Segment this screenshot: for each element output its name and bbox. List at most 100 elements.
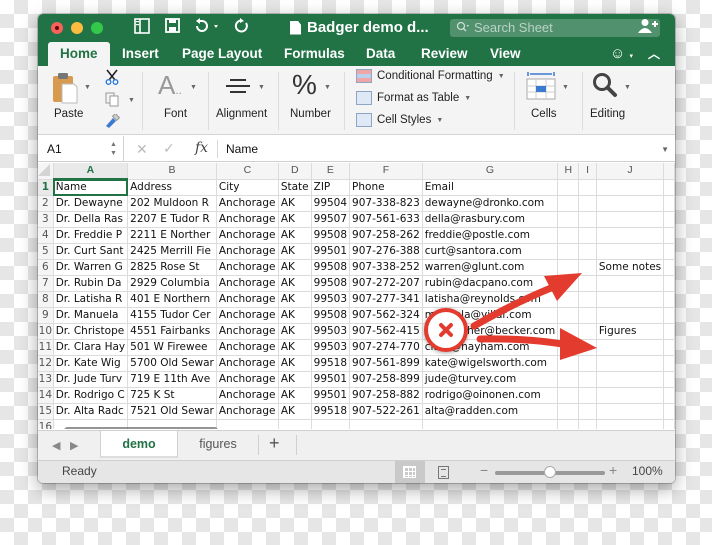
cell-partial[interactable] [663, 275, 675, 292]
cell-f10[interactable]: 907-562-415 [349, 323, 423, 340]
cell-a15[interactable]: Dr. Alta Radc [53, 403, 129, 420]
cell-f11[interactable]: 907-274-770 [349, 339, 423, 356]
cell-d9[interactable]: AK [278, 307, 312, 324]
row-header[interactable]: 8 [38, 291, 54, 308]
cell-e6[interactable]: 99508 [311, 259, 351, 276]
cell-j11[interactable] [596, 339, 665, 356]
cell-d11[interactable]: AK [278, 339, 312, 356]
column-header-e[interactable]: E [311, 163, 351, 180]
cell-j16[interactable] [596, 419, 665, 429]
zoom-out-button[interactable]: − [480, 462, 488, 478]
row-header[interactable]: 7 [38, 275, 54, 292]
cell-a12[interactable]: Dr. Kate Wig [53, 355, 129, 372]
cell-i9[interactable] [578, 307, 597, 324]
cell-g12[interactable]: kate@wigelsworth.com [422, 355, 559, 372]
cell-styles-button[interactable]: Cell Styles ▼ [356, 113, 443, 127]
cell-e7[interactable]: 99508 [311, 275, 351, 292]
page-layout-view-button[interactable] [438, 466, 449, 479]
cell-b6[interactable]: 2825 Rose St [127, 259, 217, 276]
minimize-window-button[interactable] [71, 22, 83, 34]
maximize-window-button[interactable] [91, 22, 103, 34]
tab-data[interactable]: Data [366, 42, 395, 66]
cell-j4[interactable] [596, 227, 665, 244]
tab-page-layout[interactable]: Page Layout [182, 42, 262, 66]
cell-partial[interactable] [663, 387, 675, 404]
cell-a4[interactable]: Dr. Freddie P [53, 227, 129, 244]
cell-d14[interactable]: AK [278, 387, 312, 404]
cell-i11[interactable] [578, 339, 597, 356]
row-header[interactable]: 13 [38, 371, 54, 388]
cell-e11[interactable]: 99503 [311, 339, 351, 356]
cell-table[interactable]: ABCDEFGHIJ 1 Name Address City State ZIP Phone… [38, 163, 675, 429]
insert-function-icon[interactable]: fx [195, 140, 208, 156]
format-painter-icon[interactable] [104, 112, 121, 133]
cell-i16[interactable] [578, 419, 597, 429]
cell-f15[interactable]: 907-522-261 [349, 403, 423, 420]
formula-input[interactable]: Name [226, 136, 258, 162]
cell-b2[interactable]: 202 Muldoon R [127, 195, 217, 212]
cell-h3[interactable] [557, 211, 580, 228]
cell-j1[interactable] [596, 179, 665, 196]
cell-g15[interactable]: alta@radden.com [422, 403, 559, 420]
cell-c1[interactable]: City [216, 179, 279, 196]
cell-c4[interactable]: Anchorage [216, 227, 279, 244]
cell-c8[interactable]: Anchorage [216, 291, 279, 308]
cell-h12[interactable] [557, 355, 580, 372]
cell-g1[interactable]: Email [422, 179, 559, 196]
cell-b11[interactable]: 501 W Firewee [127, 339, 217, 356]
cell-partial[interactable] [663, 323, 675, 340]
cell-e2[interactable]: 99504 [311, 195, 351, 212]
cell-h15[interactable] [557, 403, 580, 420]
cell-i13[interactable] [578, 371, 597, 388]
cell-b14[interactable]: 725 K St [127, 387, 217, 404]
cell-partial[interactable] [663, 371, 675, 388]
cell-d7[interactable]: AK [278, 275, 312, 292]
cell-j8[interactable] [596, 291, 665, 308]
cut-icon[interactable] [105, 69, 119, 90]
cell-b9[interactable]: 4155 Tudor Cer [127, 307, 217, 324]
paste-dropdown-icon[interactable]: ▼ [84, 84, 91, 91]
cell-a7[interactable]: Dr. Rubin Da [53, 275, 129, 292]
collapse-ribbon-icon[interactable]: ︿ [648, 45, 660, 62]
cell-partial[interactable] [663, 227, 675, 244]
sheet-tab-figures[interactable]: figures [179, 431, 257, 458]
cell-h6[interactable] [557, 259, 580, 276]
copy-dropdown-icon[interactable]: ▼ [128, 97, 135, 104]
cell-c7[interactable]: Anchorage [216, 275, 279, 292]
cell-h13[interactable] [557, 371, 580, 388]
cell-b5[interactable]: 2425 Merrill Fie [127, 243, 217, 260]
cell-j6[interactable]: Some notes [596, 259, 665, 276]
cell-j14[interactable] [596, 387, 665, 404]
cell-j15[interactable] [596, 403, 665, 420]
cell-c2[interactable]: Anchorage [216, 195, 279, 212]
column-header-b[interactable]: B [127, 163, 217, 180]
cell-partial[interactable] [663, 419, 675, 429]
cell-partial[interactable] [663, 195, 675, 212]
cells-button[interactable]: ▼ Cells [522, 66, 580, 135]
cell-partial[interactable] [663, 291, 675, 308]
row-header[interactable]: 4 [38, 227, 54, 244]
cell-j13[interactable] [596, 371, 665, 388]
cell-a9[interactable]: Dr. Manuela [53, 307, 129, 324]
cell-e14[interactable]: 99501 [311, 387, 351, 404]
cell-b4[interactable]: 2211 E Norther [127, 227, 217, 244]
tab-formulas[interactable]: Formulas [284, 42, 345, 66]
cell-i8[interactable] [578, 291, 597, 308]
cell-b12[interactable]: 5700 Old Sewar [127, 355, 217, 372]
cell-a3[interactable]: Dr. Della Ras [53, 211, 129, 228]
tab-view[interactable]: View [490, 42, 521, 66]
cell-h8[interactable] [557, 291, 580, 308]
expand-formula-bar-icon[interactable]: ▼ [661, 145, 669, 154]
cell-partial[interactable] [663, 403, 675, 420]
cell-e15[interactable]: 99518 [311, 403, 351, 420]
cell-a14[interactable]: Dr. Rodrigo C [53, 387, 129, 404]
cell-i14[interactable] [578, 387, 597, 404]
font-button[interactable]: A.. ▼ Font [150, 66, 202, 135]
cell-i7[interactable] [578, 275, 597, 292]
cell-g5[interactable]: curt@santora.com [422, 243, 559, 260]
feedback-smiley-icon[interactable]: ☺ ▾ [610, 45, 633, 62]
column-header-d[interactable]: D [278, 163, 312, 180]
horizontal-scrollbar[interactable] [64, 427, 218, 429]
cell-d10[interactable]: AK [278, 323, 312, 340]
cell-h11[interactable] [557, 339, 580, 356]
